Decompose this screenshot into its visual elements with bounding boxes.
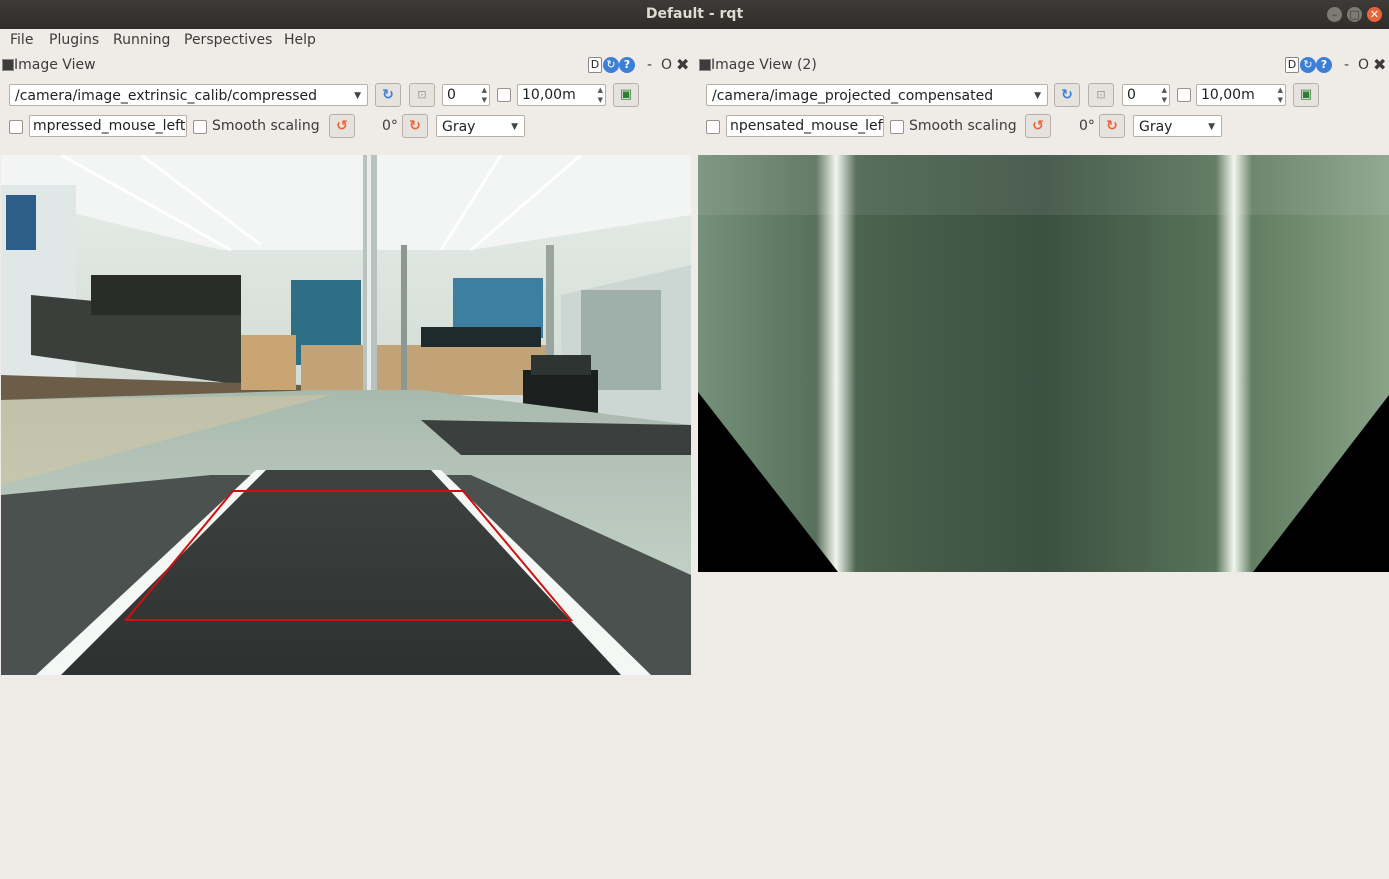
- panel2-dynamic-checkbox[interactable]: [1177, 88, 1191, 102]
- close-icon[interactable]: ✕: [1367, 7, 1382, 22]
- window-title: Default - rqt: [645, 6, 744, 22]
- panel2-header: Image View (2) D ↻ ? - O ✖: [697, 55, 1389, 76]
- panel1-refresh-button[interactable]: ↻: [375, 83, 401, 107]
- panel1-spin-value: 0: [447, 87, 456, 103]
- panel1-topic-value: /camera/image_extrinsic_calib/compressed: [15, 88, 318, 104]
- panel1-smooth-checkbox[interactable]: [193, 120, 207, 134]
- panel2-close-icon[interactable]: ✖: [1373, 55, 1386, 74]
- panel1-minimize[interactable]: -: [647, 57, 652, 73]
- menu-help[interactable]: Help: [284, 32, 316, 48]
- panel1-colormap-value: Gray: [442, 119, 476, 135]
- panel2-image-view[interactable]: [698, 155, 1389, 572]
- camera-image: [1, 155, 691, 675]
- panel1-mouse-topic-field[interactable]: mpressed_mouse_left: [29, 115, 187, 137]
- menu-plugins[interactable]: Plugins: [49, 32, 99, 48]
- panel1-reload-icon[interactable]: ↻: [603, 57, 619, 73]
- spin-arrows-icon[interactable]: ▲ ▼: [482, 85, 487, 105]
- panel1-smooth-label: Smooth scaling: [212, 118, 320, 134]
- panel1-header: Image View D ↻ ? - O ✖: [0, 55, 694, 76]
- menu-bar: File Plugins Running Perspectives Help: [0, 29, 1389, 53]
- panel2-title: Image View (2): [711, 57, 817, 73]
- panel1-dock-icon[interactable]: [2, 59, 14, 71]
- panel2-colormap-combo[interactable]: Gray ▼: [1133, 115, 1222, 137]
- panel1-rotate-right-button[interactable]: ↻: [402, 114, 428, 138]
- maximize-icon[interactable]: □: [1347, 7, 1362, 22]
- panel1-help-icon[interactable]: ?: [619, 57, 635, 73]
- spin-arrows-icon[interactable]: ▲ ▼: [1278, 85, 1283, 105]
- panel2-mouse-topic-field[interactable]: npensated_mouse_left: [726, 115, 884, 137]
- panel1-distance-value: 10,00m: [522, 87, 576, 103]
- panel2-reload-icon[interactable]: ↻: [1300, 57, 1316, 73]
- menu-perspectives[interactable]: Perspectives: [184, 32, 272, 48]
- chevron-down-icon: ▼: [1208, 122, 1215, 132]
- panel2-spin[interactable]: 0 ▲ ▼: [1122, 84, 1170, 106]
- spin-arrows-icon[interactable]: ▲ ▼: [598, 85, 603, 105]
- panel2-distance-value: 10,00m: [1201, 87, 1255, 103]
- panel2-smooth-label: Smooth scaling: [909, 118, 1017, 134]
- panel2-save-image-button[interactable]: ▣: [1293, 83, 1319, 107]
- panel2-distance-spin[interactable]: 10,00m ▲ ▼: [1196, 84, 1286, 106]
- panel1-spin[interactable]: 0 ▲ ▼: [442, 84, 490, 106]
- panel1-float[interactable]: O: [661, 57, 672, 73]
- panel2-dock-icon[interactable]: [699, 59, 711, 71]
- panel1-rotation-label: 0°: [382, 118, 398, 134]
- panel1-rotate-left-button[interactable]: ↺: [329, 114, 355, 138]
- panel2-rotate-right-button[interactable]: ↻: [1099, 114, 1125, 138]
- panel1-topic-combo[interactable]: /camera/image_extrinsic_calib/compressed…: [9, 84, 368, 106]
- panel2-refresh-button[interactable]: ↻: [1054, 83, 1080, 107]
- panel2-rotate-left-button[interactable]: ↺: [1025, 114, 1051, 138]
- panel2-float[interactable]: O: [1358, 57, 1369, 73]
- panel2-d-icon[interactable]: D: [1285, 57, 1299, 73]
- panel2-smooth-checkbox[interactable]: [890, 120, 904, 134]
- panel2-spin-value: 0: [1127, 87, 1136, 103]
- minimize-icon[interactable]: –: [1327, 7, 1342, 22]
- chevron-down-icon: ▼: [511, 122, 518, 132]
- panel1-dynamic-checkbox[interactable]: [497, 88, 511, 102]
- panel2-mouse-checkbox[interactable]: [706, 120, 720, 134]
- panel2-topic-value: /camera/image_projected_compensated: [712, 88, 994, 104]
- panel2-colormap-value: Gray: [1139, 119, 1173, 135]
- panel1-close-icon[interactable]: ✖: [676, 55, 689, 74]
- panel2-help-icon[interactable]: ?: [1316, 57, 1332, 73]
- menu-file[interactable]: File: [10, 32, 33, 48]
- panel1-zoom-button[interactable]: ⊡: [409, 83, 435, 107]
- panel1-distance-spin[interactable]: 10,00m ▲ ▼: [517, 84, 606, 106]
- title-bar: Default - rqt – □ ✕: [0, 0, 1389, 29]
- panel1-d-icon[interactable]: D: [588, 57, 602, 73]
- panel1-save-image-button[interactable]: ▣: [613, 83, 639, 107]
- panel2-rotation-label: 0°: [1079, 118, 1095, 134]
- panel2-zoom-button[interactable]: ⊡: [1088, 83, 1114, 107]
- chevron-down-icon: ▼: [354, 91, 361, 101]
- menu-running[interactable]: Running: [113, 32, 170, 48]
- panel2-topic-combo[interactable]: /camera/image_projected_compensated ▼: [706, 84, 1048, 106]
- panel1-image-view[interactable]: [1, 155, 691, 675]
- panel1-title: Image View: [14, 57, 96, 73]
- panel2-minimize[interactable]: -: [1344, 57, 1349, 73]
- chevron-down-icon: ▼: [1034, 91, 1041, 101]
- projected-image: [698, 155, 1389, 572]
- panel1-mouse-checkbox[interactable]: [9, 120, 23, 134]
- spin-arrows-icon[interactable]: ▲ ▼: [1162, 85, 1167, 105]
- panel1-colormap-combo[interactable]: Gray ▼: [436, 115, 525, 137]
